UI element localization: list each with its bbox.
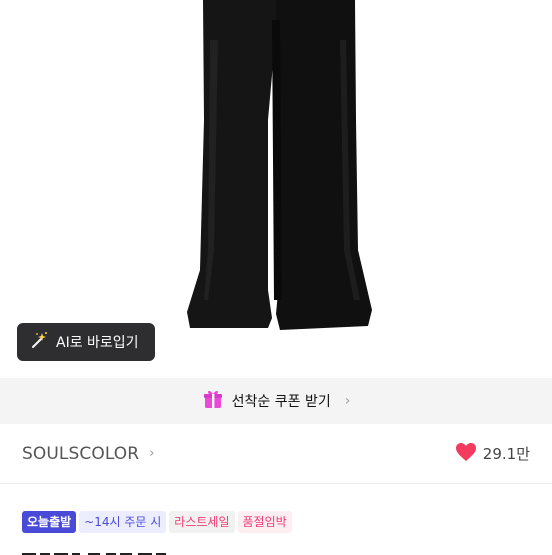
gift-icon <box>202 388 224 414</box>
tag-last-sale: 라스트세일 <box>169 511 235 533</box>
product-title-cutoff <box>22 545 222 555</box>
coupon-label: 선착순 쿠폰 받기 <box>231 394 331 410</box>
chevron-right-icon: › <box>149 446 155 461</box>
product-image[interactable] <box>0 0 552 378</box>
heart-icon <box>455 442 477 466</box>
like-button[interactable]: 29.1만 <box>455 442 530 466</box>
coupon-bar[interactable]: 선착순 쿠폰 받기 › <box>0 378 552 424</box>
tag-list: 오늘출발 ~14시 주문 시 라스트세일 품절임박 <box>22 511 292 533</box>
brand-name: SOULSCOLOR <box>22 443 140 464</box>
like-count: 29.1만 <box>482 445 530 463</box>
tag-almost-sold-out: 품절임박 <box>237 511 292 533</box>
magic-wand-icon <box>30 331 48 353</box>
brand-row: SOULSCOLOR › 29.1만 <box>0 424 552 484</box>
brand-link[interactable]: SOULSCOLOR › <box>22 444 155 464</box>
ai-try-on-button[interactable]: AI로 바로입기 <box>17 323 155 361</box>
tag-today-shipping: 오늘출발 <box>22 511 77 533</box>
tag-order-cutoff: ~14시 주문 시 <box>79 511 167 533</box>
pants-photo <box>187 0 372 330</box>
chevron-right-icon: › <box>344 393 351 409</box>
ai-try-on-label: AI로 바로입기 <box>56 335 139 351</box>
